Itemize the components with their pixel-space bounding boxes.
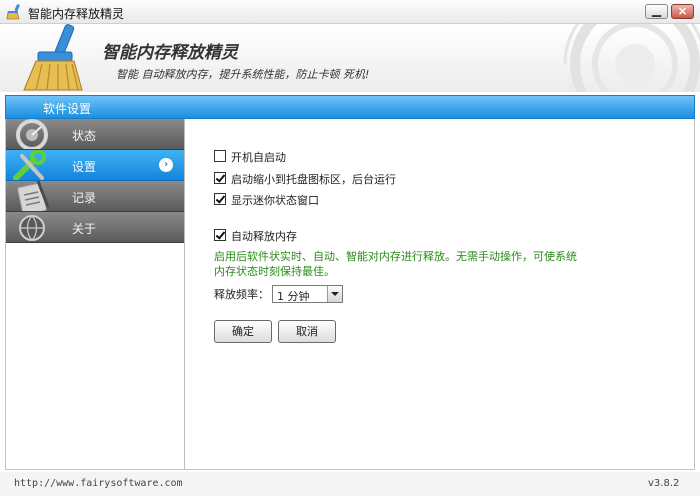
- frequency-select[interactable]: 1 分钟: [272, 285, 343, 303]
- gauge-decoration: [563, 24, 700, 92]
- window-title: 智能内存释放精灵: [28, 7, 125, 21]
- close-button[interactable]: ×: [671, 4, 694, 19]
- sidebar-item-label: 状态: [72, 129, 97, 143]
- sidebar-item-status[interactable]: 状态: [6, 119, 184, 150]
- minimize-icon: ▁: [651, 3, 662, 17]
- website-link[interactable]: http://www.fairysoftware.com: [14, 478, 183, 489]
- mini-window-label: 显示迷你状态窗口: [231, 194, 319, 207]
- header-banner: 智能内存释放精灵 智能 自动释放内存，提升系统性能，防止卡顿 死机!: [0, 24, 700, 92]
- sidebar: 状态 设置 › 记录 关于: [6, 119, 185, 469]
- auto-release-hint: 启用后软件状实时、自动、智能对内存进行释放。无需手动操作，可使系统 内存状态时刻…: [214, 249, 594, 279]
- sidebar-item-label: 关于: [72, 222, 97, 236]
- autostart-label: 开机自启动: [231, 151, 286, 164]
- sidebar-item-log[interactable]: 记录: [6, 181, 184, 212]
- minimize-to-tray-label: 启动缩小到托盘图标区，后台运行: [231, 173, 396, 186]
- status-bar: http://www.fairysoftware.com v3.8.2: [0, 472, 700, 496]
- chevron-down-icon[interactable]: [327, 286, 342, 302]
- section-title: 软件设置: [43, 102, 92, 116]
- section-header: 软件设置: [5, 95, 695, 119]
- sidebar-item-settings[interactable]: 设置 ›: [6, 150, 184, 181]
- frequency-value: 1 分钟: [277, 290, 310, 303]
- globe-icon: [19, 215, 45, 241]
- main-panel: 状态 设置 › 记录 关于 开机自启动 启动缩小到托盘图标区，后台运行 显示迷你…: [5, 119, 695, 470]
- auto-release-checkbox[interactable]: [214, 229, 226, 241]
- cancel-button[interactable]: 取消: [278, 320, 336, 343]
- banner-subtitle: 智能 自动释放内存，提升系统性能，防止卡顿 死机!: [116, 68, 370, 81]
- minimize-to-tray-checkbox[interactable]: [214, 172, 226, 184]
- autostart-checkbox[interactable]: [214, 150, 226, 162]
- hint-line: 启用后软件状实时、自动、智能对内存进行释放。无需手动操作，可使系统: [214, 250, 577, 263]
- dashboard-icon: [16, 119, 48, 149]
- sidebar-item-about[interactable]: 关于: [6, 212, 184, 243]
- tools-icon: [13, 150, 46, 180]
- settings-content: 开机自启动 启动缩小到托盘图标区，后台运行 显示迷你状态窗口 自动释放内存 启用…: [186, 119, 695, 469]
- sidebar-item-label: 设置: [72, 160, 97, 174]
- minimize-button[interactable]: ▁: [645, 3, 668, 19]
- mini-window-checkbox[interactable]: [214, 193, 226, 205]
- title-bar: 智能内存释放精灵 ▁ ×: [0, 0, 700, 24]
- broom-icon: [23, 24, 83, 91]
- frequency-label: 释放频率：: [214, 288, 269, 301]
- clipboard-icon: [17, 181, 50, 211]
- hint-line: 内存状态时刻保持最佳。: [214, 265, 335, 278]
- chevron-right-icon: ›: [159, 158, 173, 172]
- sidebar-item-label: 记录: [72, 191, 97, 205]
- close-icon: ×: [677, 4, 688, 18]
- ok-button[interactable]: 确定: [214, 320, 272, 343]
- banner-title: 智能内存释放精灵: [102, 43, 238, 63]
- auto-release-label: 自动释放内存: [231, 230, 297, 243]
- version-label: v3.8.2: [648, 478, 680, 489]
- broom-icon: [6, 4, 20, 20]
